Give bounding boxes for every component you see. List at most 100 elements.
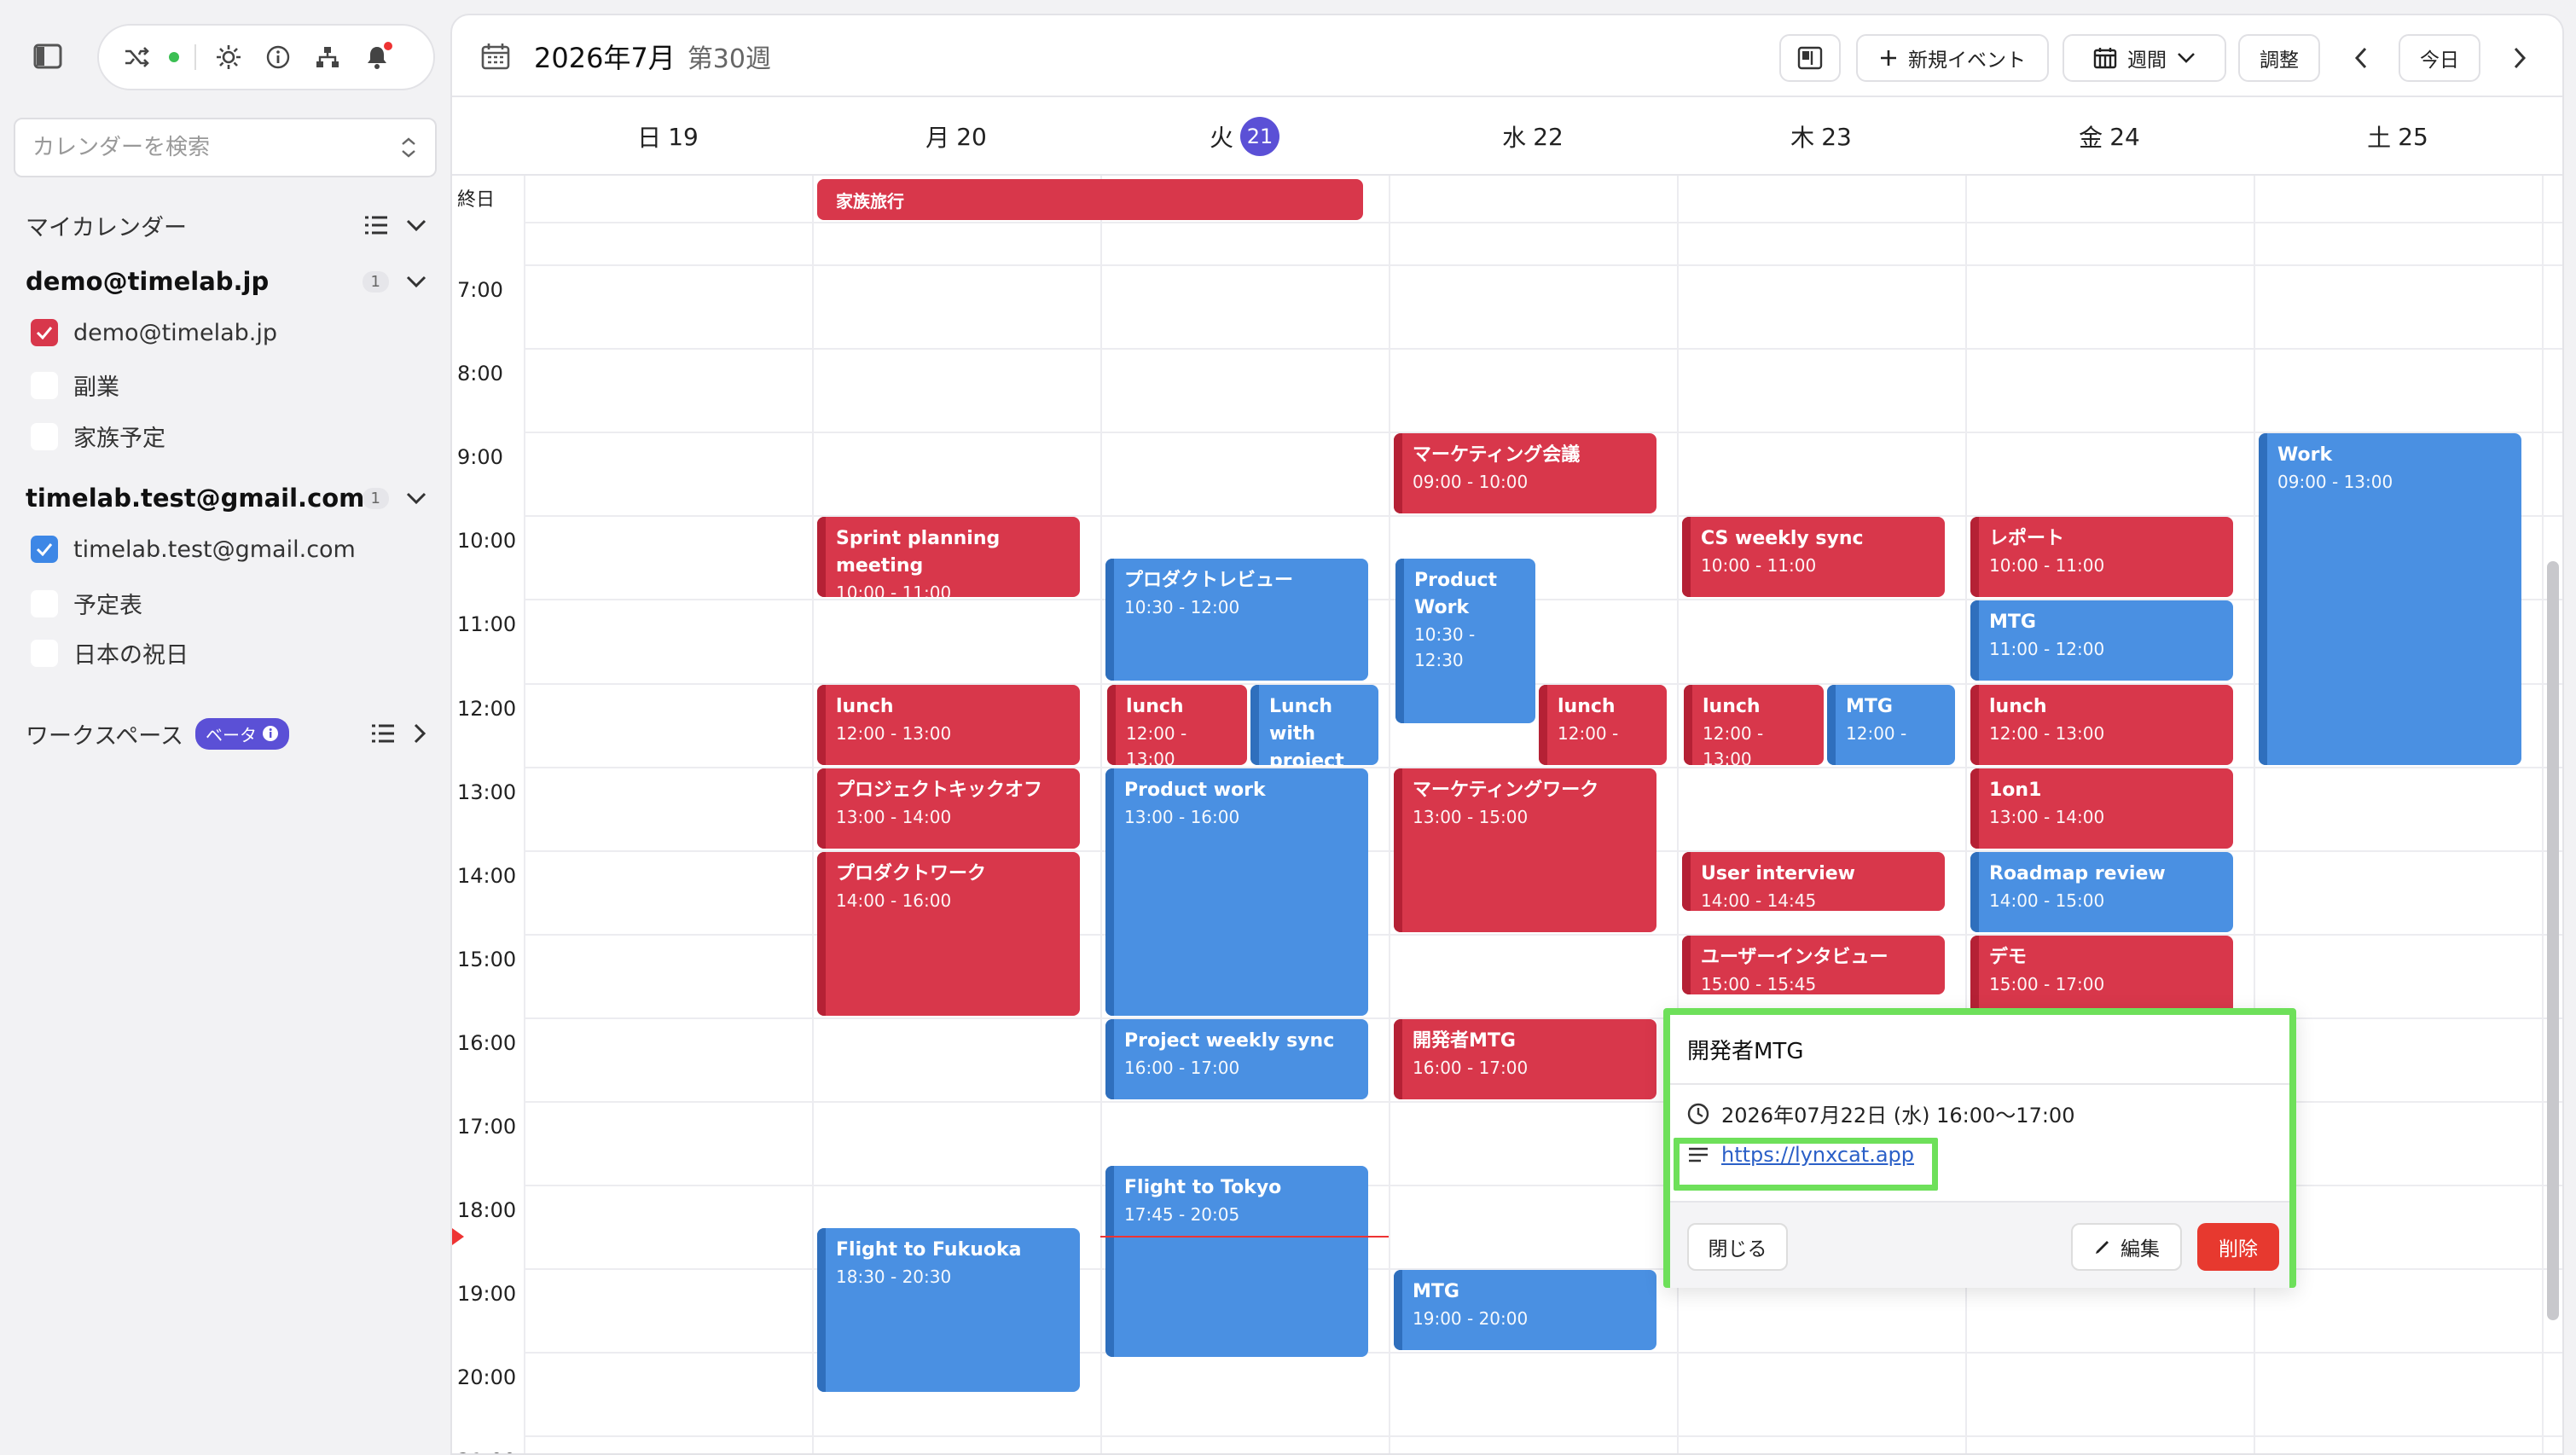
calendar-event[interactable]: Project weekly sync 16:00 - 17:00	[1105, 1018, 1368, 1099]
day-header-wed[interactable]: 水 22	[1389, 97, 1677, 176]
calendar-event[interactable]: lunch 12:00 - 13:00	[1970, 684, 2233, 765]
calendar-event[interactable]: Lunch with project	[1250, 684, 1378, 765]
day-header-mon[interactable]: 月 20	[812, 97, 1100, 176]
calendar-event[interactable]: Product work 13:00 - 16:00	[1105, 768, 1368, 1016]
popover-link[interactable]: https://lynxcat.app	[1721, 1143, 1914, 1167]
calendar-checkbox[interactable]	[31, 589, 58, 617]
calendar-search-input[interactable]	[32, 135, 399, 160]
info-icon[interactable]	[261, 40, 295, 74]
calendar-item-jp-holidays[interactable]: 日本の祝日	[31, 636, 189, 670]
day-header-sun[interactable]: 日 19	[524, 97, 812, 176]
calendar-event[interactable]: レポート 10:00 - 11:00	[1970, 517, 2233, 598]
account-header-demo[interactable]: demo@timelab.jp 1	[26, 264, 426, 299]
list-icon[interactable]	[370, 723, 396, 744]
previous-week-button[interactable]	[2337, 34, 2385, 82]
calendar-event[interactable]: Work 09:00 - 13:00	[2259, 433, 2521, 765]
list-icon[interactable]	[363, 215, 389, 235]
event-title: デモ	[1989, 946, 2028, 968]
calendar-label: timelab.test@gmail.com	[73, 536, 356, 563]
new-event-button[interactable]: 新規イベント	[1856, 34, 2049, 82]
adjust-button[interactable]: 調整	[2238, 34, 2320, 82]
event-time: 10:30 - 12:30	[1414, 624, 1476, 671]
day-name: 水	[1502, 124, 1527, 152]
day-header-fri[interactable]: 金 24	[1965, 97, 2254, 176]
calendar-event[interactable]: Flight to Fukuoka 18:30 - 20:30	[817, 1228, 1080, 1393]
hour-line	[524, 264, 2562, 266]
notification-bell-icon[interactable]	[360, 40, 394, 74]
sitemap-icon[interactable]	[310, 40, 345, 74]
edit-button[interactable]: 編集	[2071, 1223, 2182, 1271]
calendar-item-side-job[interactable]: 副業	[31, 368, 119, 402]
next-week-button[interactable]	[2496, 34, 2544, 82]
calendar-checkbox[interactable]	[31, 371, 58, 399]
all-day-event[interactable]: 家族旅行	[817, 179, 1363, 220]
event-title: Product work	[1124, 779, 1266, 801]
event-title: 1on1	[1989, 779, 2042, 801]
chevron-down-icon[interactable]	[406, 218, 426, 232]
calendar-event[interactable]: Sprint planning meeting 10:00 - 11:00	[817, 517, 1080, 598]
workspace-header[interactable]: ワークスペース ベータ	[26, 715, 426, 752]
calendar-item-demo[interactable]: demo@timelab.jp	[31, 319, 277, 346]
calendar-checkbox[interactable]	[31, 639, 58, 667]
calendar-item-family[interactable]: 家族予定	[31, 420, 165, 453]
calendar-item-gmail[interactable]: timelab.test@gmail.com	[31, 536, 356, 563]
sidebar: マイカレンダー demo@timelab.jp 1 demo@timelab.j…	[0, 0, 450, 1455]
hour-label: 18:00	[457, 1198, 517, 1223]
chevron-down-icon[interactable]	[406, 275, 426, 288]
calendar-search-field[interactable]	[14, 118, 437, 177]
calendar-event[interactable]: MTG 19:00 - 20:00	[1394, 1270, 1656, 1351]
calendar-event[interactable]: Roadmap review 14:00 - 15:00	[1970, 851, 2233, 932]
calendar-event[interactable]: Flight to Tokyo 17:45 - 20:05	[1105, 1165, 1368, 1358]
calendar-event[interactable]: 開発者MTG 16:00 - 17:00	[1394, 1018, 1656, 1099]
hour-label: 8:00	[457, 362, 503, 386]
event-time: 09:00 - 13:00	[2277, 472, 2393, 493]
event-title: レポート	[1989, 528, 2065, 550]
current-time-line	[1100, 1236, 1389, 1238]
calendar-event[interactable]: MTG 11:00 - 12:00	[1970, 600, 2233, 681]
event-time: 14:00 - 15:00	[1989, 890, 2105, 911]
calendar-event[interactable]: MTG 12:00 -	[1827, 684, 1955, 765]
event-detail-popover: 開発者MTG 2026年07月22日 (水) 16:00〜17:00 https…	[1663, 1008, 2296, 1288]
settings-gear-icon[interactable]	[212, 40, 246, 74]
today-button[interactable]: 今日	[2399, 34, 2480, 82]
calendar-event[interactable]: マーケティングワーク 13:00 - 15:00	[1394, 768, 1656, 932]
calendar-event[interactable]: lunch 12:00 - 13:00	[817, 684, 1080, 765]
view-select-button[interactable]: 週間	[2063, 34, 2226, 82]
calendar-event[interactable]: プロジェクトキックオフ 13:00 - 14:00	[817, 768, 1080, 849]
calendar-event[interactable]: 1on1 13:00 - 14:00	[1970, 768, 2233, 849]
day-header-thu[interactable]: 木 23	[1677, 97, 1965, 176]
calendar-event[interactable]: User interview 14:00 - 14:45	[1682, 851, 1945, 912]
calendar-checkbox[interactable]	[31, 422, 58, 450]
popover-description-row: https://lynxcat.app	[1687, 1143, 1914, 1167]
vertical-scrollbar[interactable]	[2547, 561, 2559, 1320]
calendar-event[interactable]: プロダクトレビュー 10:30 - 12:00	[1105, 559, 1368, 681]
day-header-sat[interactable]: 土 25	[2254, 97, 2542, 176]
calendar-event[interactable]: プロダクトワーク 14:00 - 16:00	[817, 851, 1080, 1016]
delete-button[interactable]: 削除	[2197, 1223, 2279, 1271]
calendar-event[interactable]: lunch 12:00 - 13:00	[1107, 684, 1247, 765]
layout-toggle-button[interactable]	[1779, 34, 1841, 82]
event-title: lunch	[1703, 695, 1761, 717]
calendar-event[interactable]: CS weekly sync 10:00 - 11:00	[1682, 517, 1945, 598]
account-header-gmail[interactable]: timelab.test@gmail.com 1	[26, 481, 426, 515]
my-calendars-label: マイカレンダー	[26, 214, 187, 241]
chevron-down-icon[interactable]	[406, 491, 426, 505]
calendar-event[interactable]: マーケティング会議 09:00 - 10:00	[1394, 433, 1656, 514]
sidebar-toolbar	[97, 24, 435, 90]
view-label: 週間	[2127, 49, 2167, 72]
day-header-tue[interactable]: 火 21	[1100, 97, 1389, 176]
shuffle-icon[interactable]	[119, 40, 154, 74]
calendar-item-schedule[interactable]: 予定表	[31, 587, 142, 620]
close-button[interactable]: 閉じる	[1687, 1223, 1788, 1271]
chevron-right-icon[interactable]	[413, 723, 426, 744]
calendar-event[interactable]: Product Work 10:30 - 12:30	[1395, 559, 1535, 723]
calendar-event[interactable]: lunch 12:00 -	[1539, 684, 1667, 765]
calendar-checkbox[interactable]	[31, 536, 58, 563]
calendar-checkbox[interactable]	[31, 319, 58, 346]
calendar-event[interactable]: lunch 12:00 - 13:00	[1684, 684, 1824, 765]
calendar-event[interactable]: ユーザーインタビュー 15:00 - 15:45	[1682, 935, 1945, 995]
chevron-left-icon	[2354, 47, 2367, 69]
new-event-label: 新規イベント	[1908, 49, 2026, 72]
day-name: 月	[925, 124, 950, 152]
sidebar-toggle-button[interactable]	[26, 38, 70, 75]
